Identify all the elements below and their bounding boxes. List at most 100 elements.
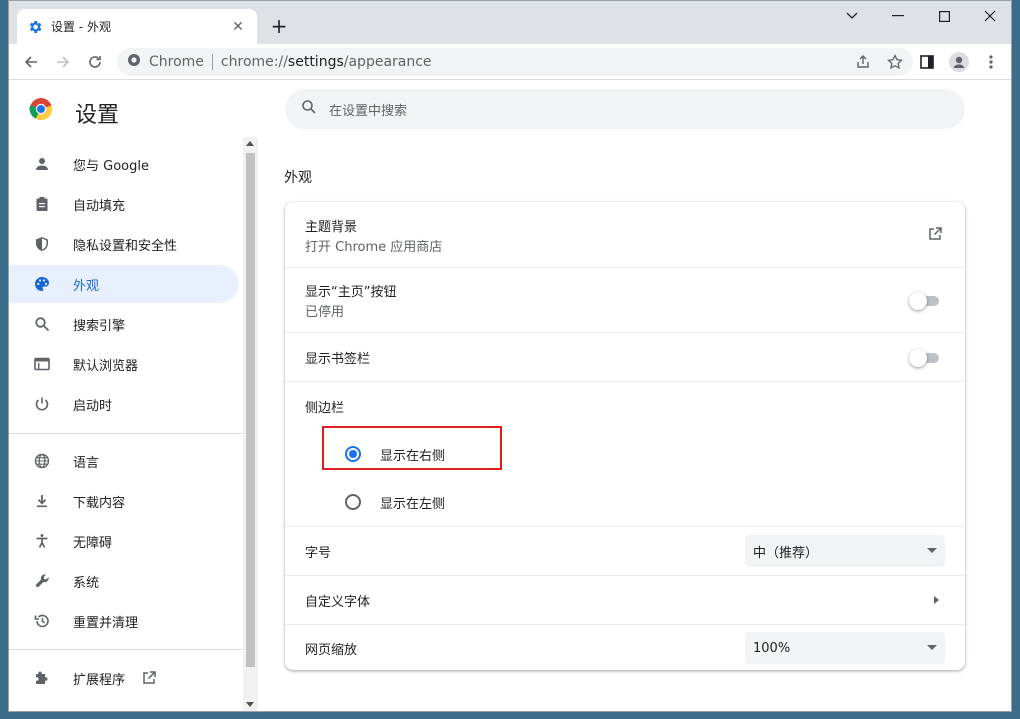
section-title: 外观 bbox=[284, 170, 312, 186]
sidebar-item-accessibility[interactable]: 无障碍 bbox=[9, 522, 239, 560]
side-panel-left-label[interactable]: 显示在左侧 bbox=[380, 493, 445, 512]
toolbar: Chrome chrome://settings/appearance bbox=[9, 44, 1011, 80]
sidebar-item-downloads[interactable]: 下载内容 bbox=[9, 482, 239, 520]
bookmarks-bar-row[interactable]: 显示书签栏 bbox=[285, 332, 965, 381]
reload-button[interactable] bbox=[79, 46, 111, 78]
settings-page: 设置 在设置中搜索 您与 Google 自动填充 隐私设置和安全性 外观 搜索引… bbox=[9, 81, 1011, 711]
home-button-label: 显示“主页”按钮 bbox=[305, 285, 397, 300]
sidebar-item-label: 重置并清理 bbox=[73, 615, 139, 631]
globe-icon bbox=[33, 452, 51, 470]
palette-icon bbox=[33, 275, 51, 293]
home-button-row[interactable]: 显示“主页”按钮 已停用 bbox=[285, 267, 965, 332]
tab-settings[interactable]: 设置 - 外观 ✕ bbox=[17, 9, 257, 44]
font-size-value: 中（推荐） bbox=[753, 545, 819, 561]
search-placeholder: 在设置中搜索 bbox=[329, 103, 408, 119]
share-icon[interactable] bbox=[855, 54, 871, 74]
page-zoom-select[interactable]: 100% bbox=[745, 632, 945, 664]
font-size-row: 字号 中（推荐） bbox=[285, 526, 965, 575]
sidebar-item-privacy[interactable]: 隐私设置和安全性 bbox=[9, 225, 239, 263]
more-menu-icon[interactable] bbox=[975, 46, 1007, 78]
sidebar-item-label: 您与 Google bbox=[73, 158, 149, 174]
maximize-button[interactable] bbox=[921, 1, 967, 31]
theme-label: 主题背景 bbox=[305, 220, 358, 235]
tab-strip: 设置 - 外观 ✕ + bbox=[9, 1, 1011, 44]
profile-avatar-icon[interactable] bbox=[943, 46, 975, 78]
person-icon bbox=[33, 155, 51, 173]
theme-sublabel: 打开 Chrome 应用商店 bbox=[305, 240, 443, 255]
search-icon bbox=[301, 99, 317, 119]
sidebar-item-label: 下载内容 bbox=[73, 495, 126, 511]
download-icon bbox=[33, 492, 51, 510]
font-size-select[interactable]: 中（推荐） bbox=[745, 535, 945, 567]
url-text: chrome://settings/appearance bbox=[220, 54, 432, 70]
scroll-up-icon[interactable] bbox=[246, 141, 254, 146]
forward-button[interactable] bbox=[47, 46, 79, 78]
sidebar-divider bbox=[9, 649, 243, 650]
sidebar-item-languages[interactable]: 语言 bbox=[9, 442, 239, 480]
omnibox[interactable]: Chrome chrome://settings/appearance bbox=[117, 48, 913, 76]
side-panel-icon[interactable] bbox=[911, 46, 943, 78]
shield-icon bbox=[33, 235, 51, 253]
omnibox-separator bbox=[211, 54, 213, 70]
highlight-box bbox=[322, 426, 502, 470]
gear-icon bbox=[27, 19, 43, 35]
dropdown-arrow-icon bbox=[927, 548, 937, 553]
sidebar-item-search-engine[interactable]: 搜索引擎 bbox=[9, 305, 239, 343]
minimize-button[interactable] bbox=[875, 1, 921, 31]
sidebar-item-label: 默认浏览器 bbox=[73, 358, 139, 374]
sidebar-item-system[interactable]: 系统 bbox=[9, 562, 239, 600]
chrome-icon bbox=[127, 53, 141, 71]
settings-search-input[interactable]: 在设置中搜索 bbox=[285, 89, 965, 129]
new-tab-button[interactable]: + bbox=[267, 15, 291, 39]
browser-window: 设置 - 外观 ✕ + Chrome chrome://settings/app… bbox=[8, 0, 1012, 712]
chevron-right-icon bbox=[934, 596, 939, 604]
sidebar-scrollbar[interactable] bbox=[243, 137, 258, 711]
tab-title: 设置 - 外观 bbox=[51, 20, 111, 34]
sidebar-item-label: 扩展程序 bbox=[73, 672, 126, 688]
sidebar-item-label: 启动时 bbox=[73, 398, 113, 414]
scroll-down-icon[interactable] bbox=[246, 702, 254, 707]
theme-row[interactable]: 主题背景 打开 Chrome 应用商店 bbox=[285, 202, 965, 267]
puzzle-icon bbox=[33, 669, 51, 687]
sidebar-item-reset[interactable]: 重置并清理 bbox=[9, 602, 239, 640]
search-icon bbox=[33, 315, 51, 333]
open-in-new-icon[interactable] bbox=[927, 226, 943, 246]
close-window-button[interactable] bbox=[967, 1, 1011, 31]
history-icon bbox=[33, 612, 51, 630]
sidebar-item-label: 搜索引擎 bbox=[73, 318, 126, 334]
sidebar-item-extensions[interactable]: 扩展程序 bbox=[9, 659, 239, 697]
font-size-label: 字号 bbox=[305, 546, 332, 561]
close-tab-icon[interactable]: ✕ bbox=[229, 18, 247, 36]
chevron-down-icon[interactable] bbox=[829, 1, 875, 31]
sidebar-item-on-startup[interactable]: 启动时 bbox=[9, 385, 239, 423]
sidebar-item-label: 外观 bbox=[73, 278, 100, 294]
page-zoom-value: 100% bbox=[753, 640, 791, 656]
sidebar-item-appearance[interactable]: 外观 bbox=[9, 265, 239, 303]
chrome-logo-icon bbox=[29, 97, 53, 121]
home-button-toggle[interactable] bbox=[909, 292, 941, 310]
sidebar-item-you-and-google[interactable]: 您与 Google bbox=[9, 145, 239, 183]
scrollbar-thumb[interactable] bbox=[246, 153, 255, 667]
page-zoom-label: 网页缩放 bbox=[305, 643, 358, 658]
star-icon[interactable] bbox=[887, 53, 903, 74]
back-button[interactable] bbox=[15, 46, 47, 78]
browser-icon bbox=[33, 355, 51, 373]
sidebar-item-label: 无障碍 bbox=[73, 535, 113, 551]
custom-fonts-row[interactable]: 自定义字体 bbox=[285, 575, 965, 624]
sidebar-item-default-browser[interactable]: 默认浏览器 bbox=[9, 345, 239, 383]
page-zoom-row: 网页缩放 100% bbox=[285, 624, 965, 670]
settings-sidebar: 您与 Google 自动填充 隐私设置和安全性 外观 搜索引擎 默认浏览器 启动… bbox=[9, 137, 243, 711]
page-title: 设置 bbox=[75, 103, 120, 128]
home-button-status: 已停用 bbox=[305, 305, 345, 320]
side-panel-left-radio[interactable] bbox=[345, 494, 361, 510]
clipboard-icon bbox=[33, 195, 51, 213]
sidebar-divider bbox=[9, 433, 243, 434]
side-panel-label: 侧边栏 bbox=[305, 401, 345, 416]
sidebar-item-label: 语言 bbox=[73, 455, 100, 471]
wrench-icon bbox=[33, 572, 51, 590]
sidebar-item-label: 系统 bbox=[73, 575, 100, 591]
power-icon bbox=[33, 395, 51, 413]
sidebar-item-autofill[interactable]: 自动填充 bbox=[9, 185, 239, 223]
bookmarks-bar-toggle[interactable] bbox=[909, 349, 941, 367]
open-in-new-icon bbox=[141, 670, 157, 686]
